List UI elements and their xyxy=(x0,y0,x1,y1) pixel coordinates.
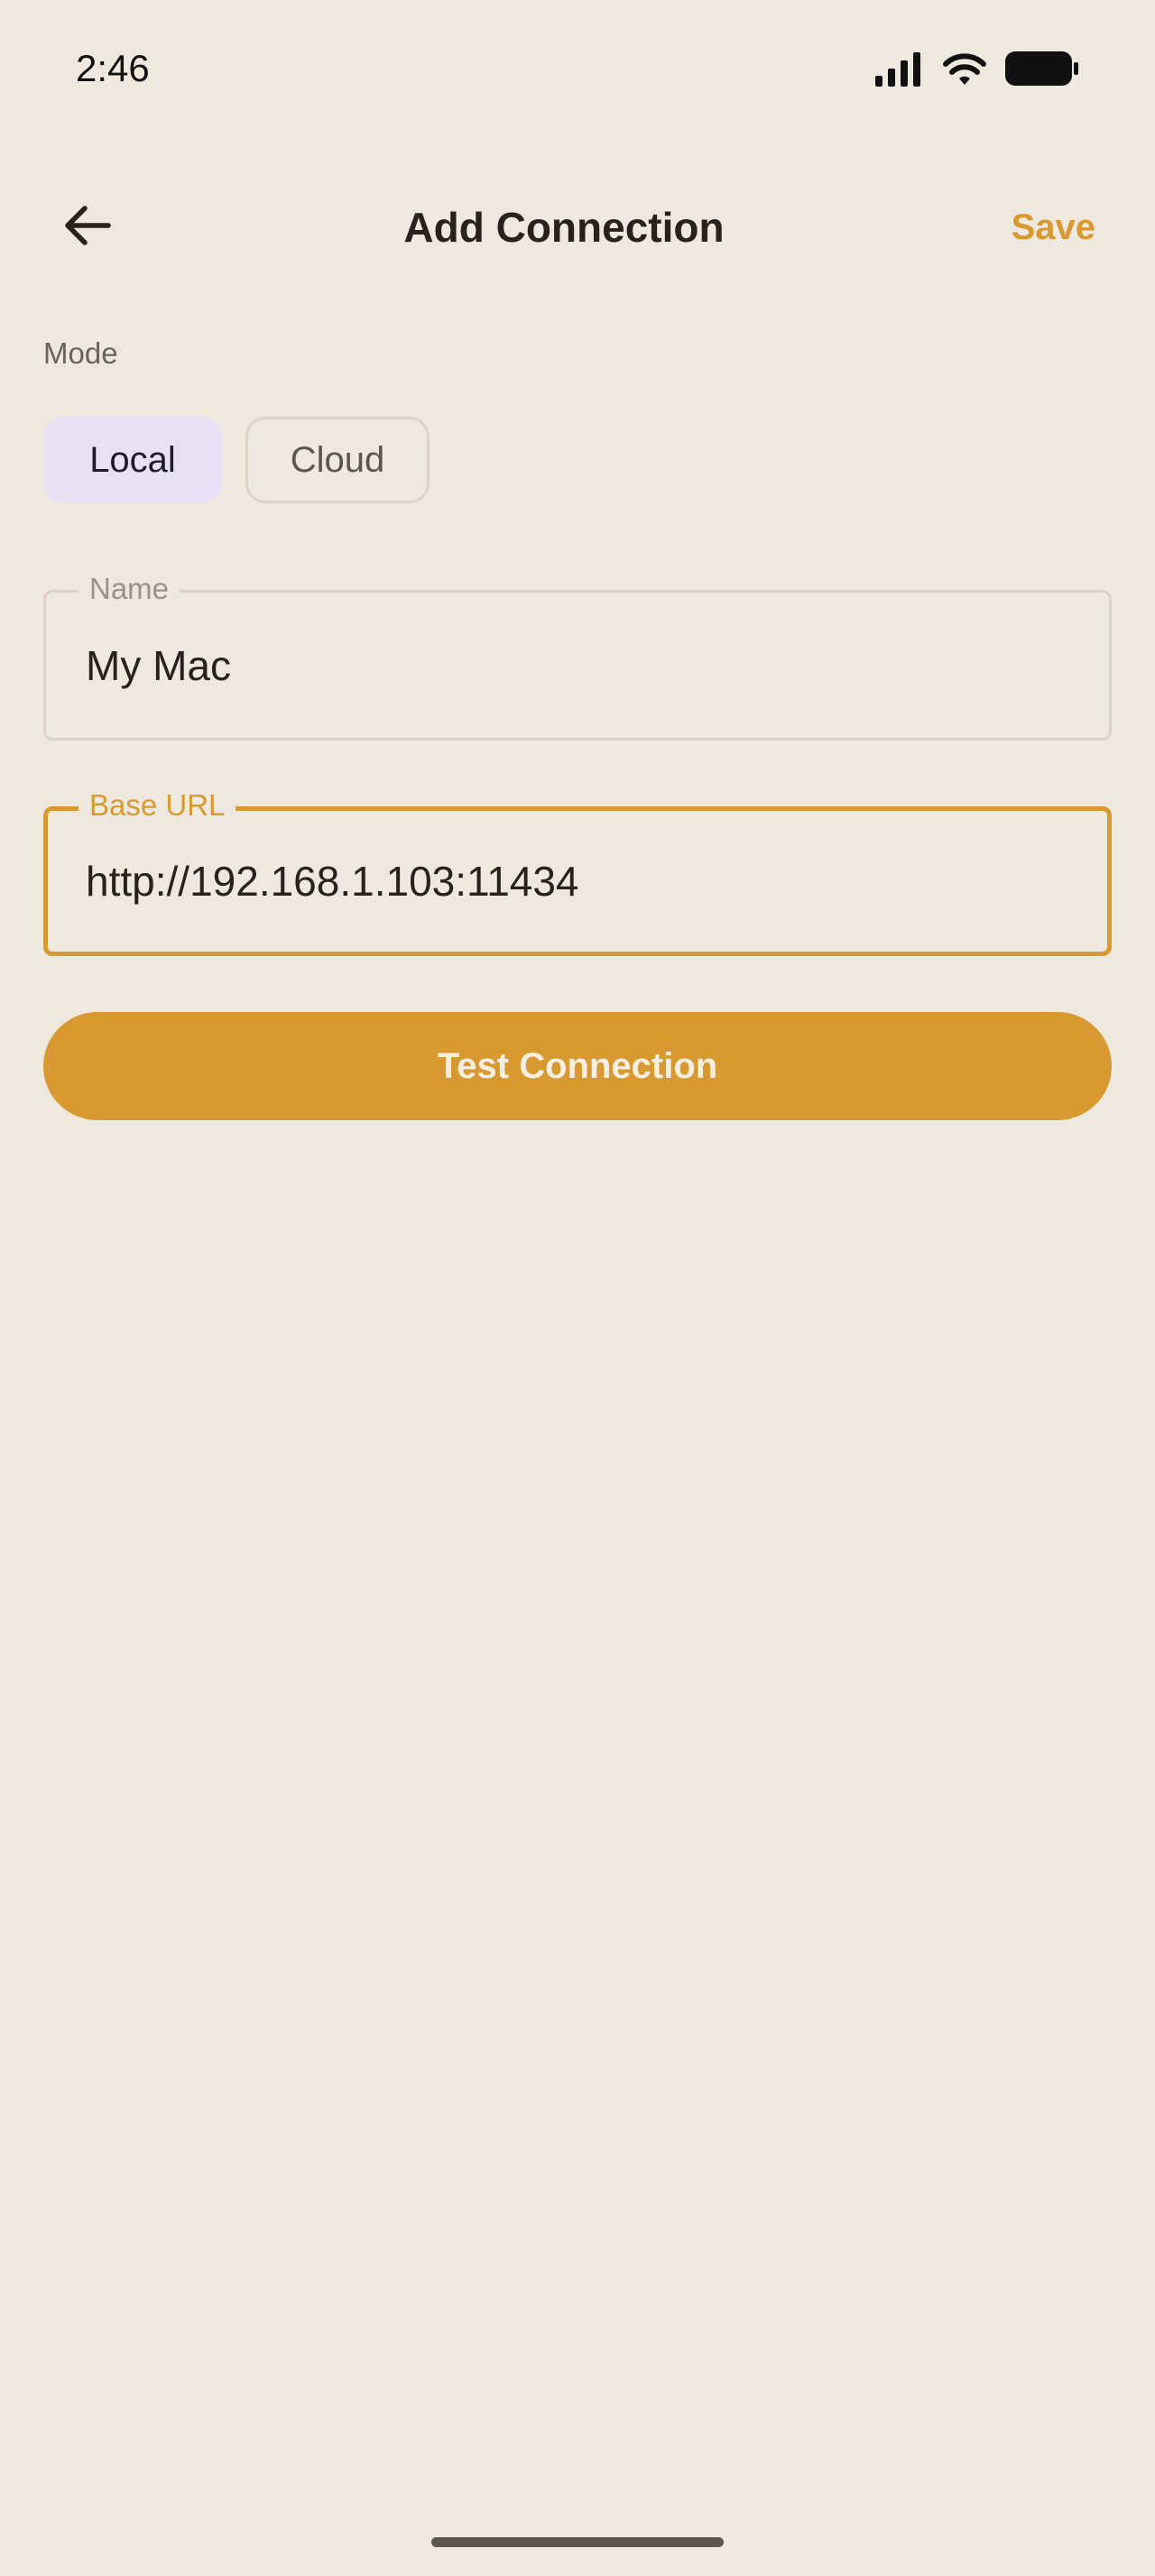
mode-chip-cloud-label: Cloud xyxy=(290,439,385,480)
name-field-label: Name xyxy=(79,571,180,607)
mode-chip-cloud[interactable]: Cloud xyxy=(245,417,430,503)
base-url-field[interactable]: Base URL http://192.168.1.103:11434 xyxy=(43,787,1112,956)
page-title: Add Connection xyxy=(403,204,725,251)
battery-icon xyxy=(1005,51,1079,91)
home-indicator xyxy=(431,2537,724,2547)
name-field[interactable]: Name My Mac xyxy=(43,571,1112,741)
base-url-field-label: Base URL xyxy=(79,787,236,823)
mode-label: Mode xyxy=(43,336,118,370)
mode-chip-local-label: Local xyxy=(89,439,176,480)
status-time: 2:46 xyxy=(76,47,150,89)
status-bar: 2:46 xyxy=(0,0,1155,135)
status-icons xyxy=(873,51,1079,91)
base-url-field-value[interactable]: http://192.168.1.103:11434 xyxy=(86,856,579,906)
test-connection-label: Test Connection xyxy=(437,1045,718,1086)
mode-chip-local[interactable]: Local xyxy=(43,417,222,503)
wifi-icon xyxy=(942,51,987,91)
test-connection-button[interactable]: Test Connection xyxy=(43,1012,1112,1120)
signal-icon xyxy=(873,51,924,91)
app-bar: Add Connection Save xyxy=(0,171,1155,283)
save-button[interactable]: Save xyxy=(1012,200,1095,254)
name-field-value[interactable]: My Mac xyxy=(86,640,231,691)
